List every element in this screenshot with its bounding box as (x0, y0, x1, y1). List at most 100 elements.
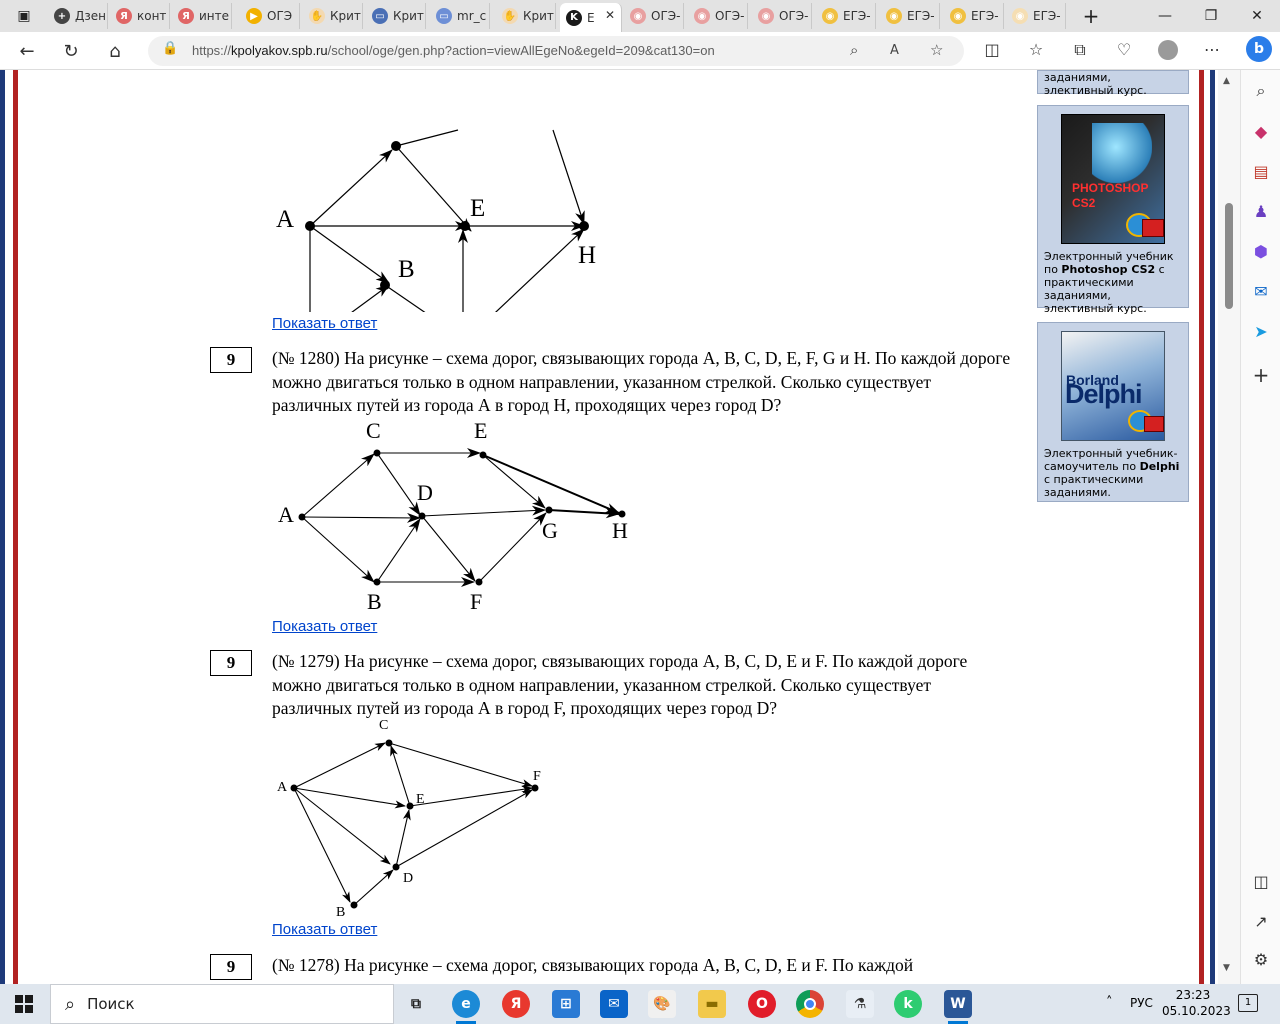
browser-tab[interactable]: ✋ Крит (303, 3, 363, 29)
sidebar-layout-icon[interactable]: ◫ (1250, 870, 1272, 892)
browser-tab[interactable]: ✋ Крит (496, 3, 556, 29)
node-label: D (403, 871, 413, 886)
profile-avatar[interactable] (1156, 40, 1180, 64)
tab-title: ЕГЭ- (1033, 9, 1061, 23)
browser-tab[interactable]: Яконт (110, 3, 170, 29)
node-label: C (379, 718, 388, 733)
browser-tab[interactable]: K Е ✕ (560, 3, 622, 32)
problem-text: (№ 1279) На рисунке – схема дорог, связы… (272, 651, 968, 719)
zoom-icon[interactable]: ⌕ (850, 41, 858, 59)
scroll-down-icon[interactable]: ▼ (1223, 963, 1230, 973)
delphi-line2: Delphi (1065, 379, 1143, 409)
browser-tab[interactable]: ▭ mr_c (430, 3, 490, 29)
browser-tab[interactable]: ◉ ЕГЭ- (944, 3, 1004, 29)
url-text[interactable]: https://kpolyakov.spb.ru/school/oge/gen.… (192, 43, 715, 58)
scroll-thumb[interactable] (1225, 203, 1233, 309)
favorites-icon[interactable]: ☆ (1024, 40, 1048, 59)
browser-tab[interactable]: ◉ ОГЭ- (752, 3, 812, 29)
tab-title: Крит (523, 9, 554, 23)
tab-title: ЕГЭ- (971, 9, 999, 23)
page-scrollbar[interactable]: ▲ ▼ (1218, 70, 1240, 984)
restore-button[interactable]: ❐ (1188, 0, 1234, 32)
language-indicator[interactable]: РУС (1130, 996, 1153, 1010)
add-sidebar-app-icon[interactable]: + (1250, 363, 1272, 387)
read-aloud-icon[interactable]: A (890, 43, 899, 58)
ad-tail[interactable]: заданиями, элективный курс. (1037, 70, 1189, 97)
ad-delphi[interactable]: Borland Delphi Электронный учебник-самоу… (1037, 322, 1189, 502)
browser-tab[interactable]: ◉ ЕГЭ- (1006, 3, 1066, 29)
reload-icon[interactable]: ↻ (56, 37, 86, 65)
send-icon[interactable]: ➤ (1250, 320, 1272, 342)
edge-sidebar: ⌕ ◆ ▤ ♟ ⬢ ✉ ➤ + ◫ ↗ ⚙ (1240, 70, 1280, 984)
lock-icon[interactable]: 🔒 (162, 41, 178, 56)
tray-chevron-icon[interactable]: ˄ (1106, 995, 1113, 1010)
tab-favicon-icon: ◉ (822, 8, 838, 24)
taskbar-search[interactable]: ⌕ Поиск (50, 984, 394, 1024)
kaspersky-icon[interactable]: k (894, 990, 922, 1018)
split-screen-icon[interactable]: ◫ (980, 40, 1004, 59)
browser-tab[interactable]: ▶ ОГЭ (240, 3, 300, 29)
minimize-button[interactable]: — (1142, 0, 1188, 32)
show-answer-link[interactable]: Показать ответ (272, 315, 377, 332)
tab-close-icon[interactable]: ✕ (605, 8, 615, 22)
delphi-book-image[interactable]: Borland Delphi (1061, 331, 1165, 441)
collections-icon[interactable]: ⧉ (1068, 40, 1092, 60)
tab-title: конт (137, 9, 167, 23)
file-explorer-icon[interactable]: ▬ (698, 990, 726, 1018)
app-icon[interactable]: ⚗ (846, 990, 874, 1018)
mail-icon[interactable]: ✉ (600, 990, 628, 1018)
yandex-browser-icon[interactable]: Я (502, 990, 530, 1018)
browser-tab[interactable]: ◉ ЕГЭ- (880, 3, 940, 29)
show-answer-link[interactable]: Показать ответ (272, 618, 377, 635)
browser-tab[interactable]: ◉ ОГЭ- (624, 3, 684, 29)
ad-photoshop[interactable]: PHOTOSHOP CS2 Электронный учебник по Pho… (1037, 105, 1189, 315)
tab-actions-icon[interactable]: ▣ (0, 0, 48, 32)
outlook-icon[interactable]: ✉ (1250, 280, 1272, 302)
copilot-apps-icon[interactable]: ⬢ (1250, 240, 1272, 262)
settings-more-icon[interactable]: ⋯ (1200, 40, 1224, 59)
search-icon[interactable]: ⌕ (1250, 80, 1272, 102)
show-answer-link[interactable]: Показать ответ (272, 921, 377, 938)
book-icon (1144, 416, 1164, 432)
node-label: B (336, 905, 345, 918)
tab-favicon-icon: ▭ (436, 8, 452, 24)
problem-text: (№ 1280) На рисунке – схема дорог, связы… (272, 348, 1011, 416)
open-external-icon[interactable]: ↗ (1250, 910, 1272, 932)
sidebar-settings-icon[interactable]: ⚙ (1250, 948, 1272, 970)
book-icon (1142, 219, 1164, 237)
browser-tab[interactable]: + Дзен (48, 3, 108, 29)
edge-browser-icon[interactable]: e (452, 990, 480, 1018)
tab-favicon-icon: ✋ (309, 8, 325, 24)
node-label: E (474, 418, 487, 443)
games-icon[interactable]: ♟ (1250, 200, 1272, 222)
paint-icon[interactable]: 🎨 (648, 990, 676, 1018)
tools-icon[interactable]: ▤ (1250, 160, 1272, 182)
home-icon[interactable]: ⌂ (100, 37, 130, 65)
browser-tab[interactable]: ▭ Крит (366, 3, 426, 29)
scroll-up-icon[interactable]: ▲ (1223, 76, 1230, 86)
store-icon[interactable]: ⊞ (552, 990, 580, 1018)
address-field[interactable]: 🔒 https://kpolyakov.spb.ru/school/oge/ge… (148, 36, 964, 66)
browser-tab[interactable]: ◉ ЕГЭ- (816, 3, 876, 29)
word-icon[interactable]: W (944, 990, 972, 1018)
performance-icon[interactable]: ♡ (1112, 40, 1136, 59)
new-tab-button[interactable]: + (1068, 0, 1114, 32)
node-label: H (578, 242, 596, 269)
start-button[interactable] (0, 984, 48, 1024)
favorite-star-icon[interactable]: ☆ (930, 41, 943, 59)
shopping-icon[interactable]: ◆ (1250, 120, 1272, 142)
opera-icon[interactable]: O (748, 990, 776, 1018)
clock[interactable]: 23:23 05.10.2023 (1162, 987, 1231, 1019)
notifications-icon[interactable]: 1 (1238, 994, 1258, 1012)
chrome-icon[interactable] (796, 990, 824, 1018)
left-border-stripe (0, 70, 18, 984)
browser-tab[interactable]: Яинте (172, 3, 232, 29)
back-icon[interactable]: ← (12, 37, 42, 65)
node-label: A (277, 780, 288, 795)
task-view-icon[interactable]: ⧉ (402, 990, 430, 1018)
problem-number-box: 9 (210, 954, 252, 980)
photoshop-book-image[interactable]: PHOTOSHOP CS2 (1061, 114, 1165, 244)
close-window-button[interactable]: ✕ (1234, 0, 1280, 32)
copilot-icon[interactable]: b (1246, 36, 1272, 62)
browser-tab[interactable]: ◉ ОГЭ- (688, 3, 748, 29)
